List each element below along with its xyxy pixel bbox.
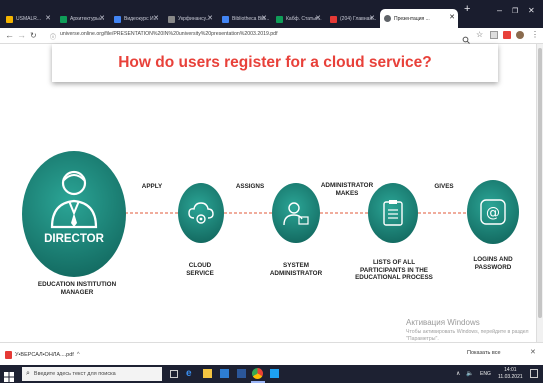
svg-text:@: @ [486,205,500,221]
search-icon: ⌕ [26,370,30,377]
admin-circle [272,183,320,243]
new-tab-button[interactable]: + [464,3,470,15]
url-field[interactable]: universe.online.org/file/PRESENTATION%20… [60,31,278,37]
windows-start-icon[interactable] [4,369,14,382]
clock-date: 11.03.2021 [498,373,523,380]
taskbar-search-placeholder: Введите здесь текст для поиска [33,371,116,377]
at-sign-icon: @ [480,199,506,225]
director-label: DIRECTOR [44,233,104,245]
director-person-icon [50,170,98,229]
chevron-up-icon[interactable]: ^ [77,352,80,358]
word-icon[interactable] [237,369,246,378]
back-arrow-icon[interactable]: ← [5,30,14,40]
arrow-label-admin-makes: ADMINISTRATOR MAKES [320,182,374,197]
tab-close-icon[interactable]: ✕ [315,14,321,22]
tab-favicon-icon [60,15,67,23]
bookmark-star-icon[interactable]: ☆ [476,30,484,39]
file-explorer-icon[interactable] [203,369,212,378]
director-circle: DIRECTOR [22,151,126,277]
scrollbar-thumb[interactable] [538,48,542,318]
tab-close-icon[interactable]: ✕ [261,14,267,22]
extension-icon[interactable] [490,31,498,39]
tab-favicon-icon [168,15,175,23]
download-bar: У•ВЕРСАЛ•ОНЛА....pdf ^ Показать все ✕ [0,342,543,365]
lists-label: LISTS OF ALL PARTICIPANTS IN THE EDUCATI… [355,259,433,282]
reload-icon[interactable]: ↻ [30,31,37,40]
tab-close-icon[interactable]: ✕ [207,14,213,22]
windows-activation-text: Чтобы активировать Windows, перейдите в … [406,329,529,342]
download-file-name: У•ВЕРСАЛ•ОНЛА....pdf [15,351,74,358]
slide-title-box: How do users register for a cloud servic… [52,44,498,82]
browser-tab[interactable]: (204) Главная... ✕ [326,10,378,28]
address-toolbar: ← → ↻ ⓘ universe.online.org/file/PRESENT… [0,28,543,44]
download-item[interactable]: У•ВЕРСАЛ•ОНЛА....pdf ^ [5,349,97,360]
tab-favicon-icon [6,15,13,23]
cloud-gear-icon [188,202,214,224]
director-sub-label: EDUCATION INSTITUTION MANAGER [37,281,117,296]
volume-icon[interactable]: 🔈 [466,370,473,377]
tab-favicon-icon [222,15,229,23]
tab-close-icon[interactable]: ✕ [45,14,51,22]
logins-circle: @ [467,180,519,244]
close-window-button[interactable]: ✕ [528,6,535,15]
site-info-icon[interactable]: ⓘ [50,32,56,41]
zoom-icon[interactable] [462,31,470,44]
chrome-icon[interactable] [252,368,263,379]
tab-favicon-icon [384,15,391,22]
page-scrollbar[interactable] [536,44,543,342]
browser-tab-bar: USMALR... ✕ Архитектуры... ✕ Видеокурс И..… [0,0,543,28]
logins-label: LOGINS AND PASSWORD [473,256,513,271]
forward-arrow-icon[interactable]: → [17,30,26,40]
arrow-label-assigns: ASSIGNS [235,183,265,190]
menu-dots-icon[interactable]: ⋮ [531,30,539,39]
taskbar-search-box[interactable]: ⌕ Введите здесь текст для поиска [22,367,162,381]
edge-browser-icon[interactable]: e [186,368,192,379]
slide-title: How do users register for a cloud servic… [118,54,432,71]
pdf-file-icon [5,350,12,359]
browser-tab-active[interactable]: Презентация ... ✕ [380,9,458,28]
browser-tab[interactable]: USMALR... ✕ [2,10,54,28]
show-all-button[interactable]: Показать все [467,350,501,356]
tab-close-icon[interactable]: ✕ [99,14,105,22]
windows-activation-title: Активация Windows [406,318,480,327]
tab-close-icon[interactable]: ✕ [153,14,159,22]
browser-tab[interactable]: Архитектуры... ✕ [56,10,108,28]
cloud-service-label: CLOUD SERVICE [186,262,214,277]
browser-tab[interactable]: Видеокурс И... ✕ [110,10,162,28]
cloud-service-circle [178,183,224,243]
tab-favicon-icon [330,15,337,23]
arrow-label-apply: APPLY [141,183,163,190]
admin-person-icon [283,202,309,226]
notification-center-icon[interactable] [530,369,538,378]
browser-tab[interactable]: Укрфинансу... ✕ [164,10,216,28]
arrow-label-gives: GIVES [434,183,454,190]
minimize-button[interactable]: – [497,5,502,15]
maximize-button[interactable]: ❐ [512,7,518,15]
tab-close-icon[interactable]: ✕ [449,13,455,21]
taskbar-clock[interactable]: 14:01 11.03.2021 [498,367,523,380]
telegram-icon[interactable] [270,369,279,378]
tab-favicon-icon [114,15,121,23]
browser-tab[interactable]: Кабф. Статья... ✕ [272,10,324,28]
extension-red-icon[interactable] [503,31,511,39]
clipboard-list-icon [383,200,403,226]
tray-chevron-icon[interactable]: ∧ [456,370,460,377]
store-icon[interactable] [220,369,229,378]
profile-avatar[interactable] [516,31,524,39]
windows-taskbar: ⌕ Введите здесь текст для поиска e ∧ 🔈 E… [0,365,543,383]
tab-favicon-icon [276,15,283,23]
admin-label: SYSTEM ADMINISTRATOR [269,262,323,277]
browser-tab[interactable]: Bibliotheca Bib... ✕ [218,10,270,28]
download-bar-close-icon[interactable]: ✕ [530,348,536,356]
language-indicator[interactable]: ENG [480,371,491,377]
tab-close-icon[interactable]: ✕ [369,14,375,22]
task-view-icon[interactable] [170,370,178,378]
